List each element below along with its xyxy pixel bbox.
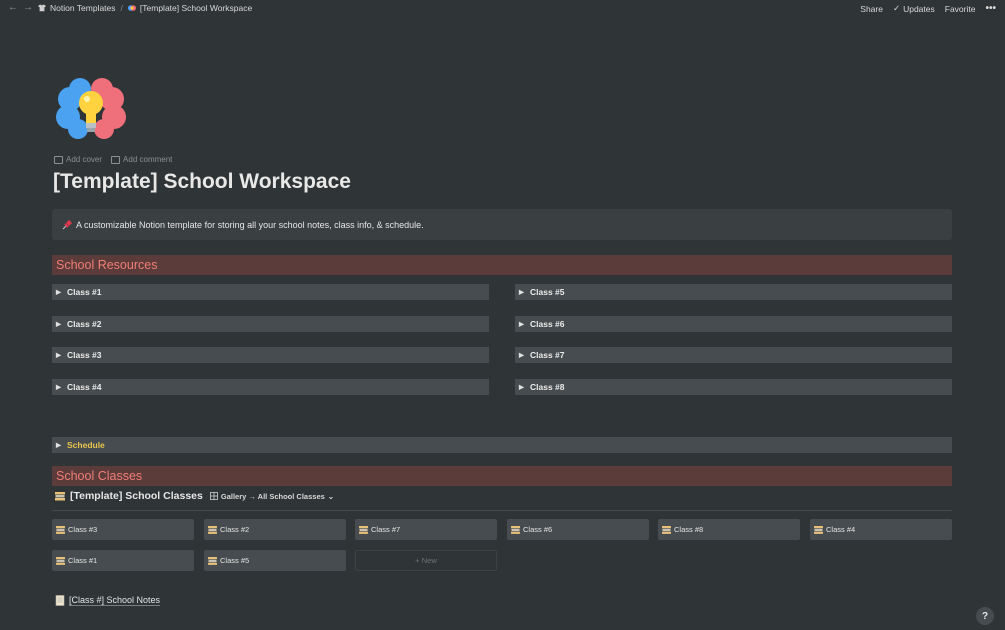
forward-arrow-icon[interactable]: → [23,3,33,13]
add-comment-button[interactable]: Add comment [111,155,172,164]
updates-label: Updates [903,3,935,14]
favorite-button[interactable]: Favorite [945,4,976,14]
school-resources-heading[interactable]: School Resources [52,255,952,275]
view-selector[interactable]: Gallery → All School Classes ⌄ [209,491,335,501]
books-icon [511,525,520,534]
image-icon [54,155,63,164]
books-icon [56,556,65,565]
comment-icon [111,155,121,164]
school-classes-heading[interactable]: School Classes [52,466,952,486]
toggle-triangle-icon[interactable]: ▶ [519,383,524,391]
toggle-label: Class #1 [67,287,102,297]
gallery-grid-icon [209,492,218,500]
toggle-class-1[interactable]: ▶ Class #1 [52,284,489,300]
books-icon [55,492,65,501]
school-notes-link[interactable]: [Class #] School Notes [55,595,161,606]
share-button[interactable]: Share [860,4,883,14]
card-label: Class #8 [674,525,704,534]
toggle-label: Class #7 [530,350,565,360]
add-cover-label: Add cover [66,155,103,164]
books-icon [359,525,368,534]
toggle-schedule[interactable]: ▶ Schedule [52,437,952,453]
toggle-class-4[interactable]: ▶ Class #4 [52,379,489,395]
chevron-down-icon: ⌄ [327,491,335,501]
gallery-card[interactable]: Class #3 [52,519,194,540]
toggle-label: Class #4 [67,382,102,392]
callout-text[interactable]: A customizable Notion template for stori… [76,220,424,230]
schedule-label: Schedule [67,440,105,450]
brain-lightbulb-icon[interactable] [56,77,126,142]
toggle-triangle-icon[interactable]: ▶ [56,351,61,359]
page-meta-actions: Add cover Add comment [54,155,172,164]
toggle-class-2[interactable]: ▶ Class #2 [52,316,489,332]
add-cover-button[interactable]: Add cover [54,155,102,164]
help-button[interactable]: ? [976,607,994,625]
card-label: Class #6 [523,525,553,534]
books-icon [56,525,65,534]
page-title[interactable]: [Template] School Workspace [53,170,351,194]
card-label: Class #7 [371,525,401,534]
school-notes-label: [Class #] School Notes [69,595,161,606]
more-options-icon[interactable]: ••• [985,3,996,14]
brain-icon [127,5,136,11]
shirt-icon [38,4,46,12]
database-title[interactable]: [Template] School Classes [70,490,203,502]
books-icon [208,525,217,534]
breadcrumb-page[interactable]: [Template] School Workspace [140,3,252,13]
notebook-icon [55,595,65,606]
toggle-class-6[interactable]: ▶ Class #6 [515,316,952,332]
divider [52,510,952,511]
view-label: Gallery → All School Classes [220,491,325,501]
gallery-card[interactable]: Class #4 [810,519,952,540]
gallery-card[interactable]: Class #8 [658,519,800,540]
breadcrumb-separator: / [120,3,123,13]
gallery-card[interactable]: Class #2 [204,519,346,540]
toggle-triangle-icon[interactable]: ▶ [519,288,524,296]
add-comment-label: Add comment [123,155,173,164]
updates-button[interactable]: ✓ Updates [893,3,935,14]
gallery-card[interactable]: Class #1 [52,550,194,571]
card-label: Class #5 [220,556,250,565]
back-arrow-icon[interactable]: ← [8,3,18,13]
toggle-class-5[interactable]: ▶ Class #5 [515,284,952,300]
top-bar: ← → Notion Templates / [Template] School… [0,0,1005,17]
new-card-button[interactable]: + New [355,550,497,571]
toggle-label: Class #5 [530,287,565,297]
toggle-triangle-icon[interactable]: ▶ [56,288,61,296]
toggle-class-7[interactable]: ▶ Class #7 [515,347,952,363]
card-label: Class #2 [220,525,250,534]
toggle-triangle-icon[interactable]: ▶ [519,351,524,359]
card-label: Class #3 [68,525,98,534]
toggle-label: Class #8 [530,382,565,392]
toggle-triangle-icon[interactable]: ▶ [519,320,524,328]
toggle-label: Class #2 [67,319,102,329]
toggle-triangle-icon[interactable]: ▶ [56,320,61,328]
gallery-card[interactable]: Class #5 [204,550,346,571]
toggle-label: Class #3 [67,350,102,360]
toggle-triangle-icon[interactable]: ▶ [56,441,61,449]
callout: A customizable Notion template for stori… [52,209,952,240]
pushpin-icon [62,219,72,229]
breadcrumb-root[interactable]: Notion Templates [50,3,116,13]
database-header: [Template] School Classes Gallery → All … [55,490,334,502]
toggle-triangle-icon[interactable]: ▶ [56,383,61,391]
card-label: Class #1 [68,556,98,565]
toggle-label: Class #6 [530,319,565,329]
gallery-card[interactable]: Class #7 [355,519,497,540]
card-label: Class #4 [826,525,856,534]
books-icon [208,556,217,565]
check-icon: ✓ [892,3,901,13]
gallery-card[interactable]: Class #6 [507,519,649,540]
toggle-class-8[interactable]: ▶ Class #8 [515,379,952,395]
books-icon [814,525,823,534]
toggle-class-3[interactable]: ▶ Class #3 [52,347,489,363]
breadcrumb: Notion Templates / [Template] School Wor… [38,3,252,13]
books-icon [662,525,671,534]
